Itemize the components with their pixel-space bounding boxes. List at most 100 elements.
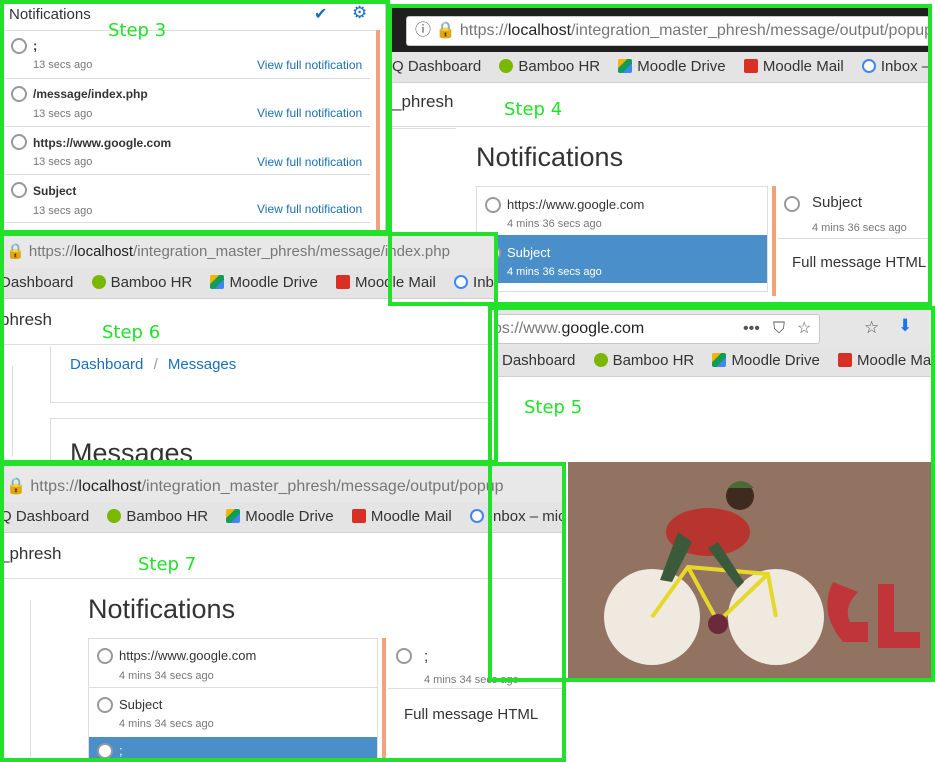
bookmark-dashboard[interactable]: Dashboard [0,268,73,298]
bulb-icon [784,196,800,212]
info-icon[interactable]: ⓘ [415,22,431,39]
step4-page-title: Notifications [476,142,624,172]
notification-item[interactable]: Subject 13 secs ago View full notificati… [0,174,370,223]
reading-list-icon[interactable]: ☆ [864,318,879,338]
google-doodle-image[interactable] [568,462,932,678]
mail-icon [837,353,852,367]
step4-url: https://localhost/integration_master_phr… [459,22,932,39]
bulb-icon [11,86,27,102]
bookmark-mail[interactable]: Moodle Mail [743,52,844,82]
bulb-icon [11,38,27,54]
bulb-icon [485,197,501,213]
step7-label: Step 7 [138,554,197,575]
notification-popover: Notifications ✔ ⚙ ; 13 secs ago View ful… [0,0,386,232]
bulb-icon [11,182,27,198]
notification-item[interactable]: /message/index.php 13 secs ago View full… [0,78,370,127]
bamboo-icon [593,353,608,367]
download-icon[interactable]: ⬇ [898,316,912,336]
mail-icon [743,59,758,73]
step4-url-bar[interactable]: ⓘ 🔒 https://localhost/integration_master… [392,6,932,52]
bulb-icon [97,697,113,713]
bookmark-drive[interactable]: Moodle Drive [210,268,318,298]
lock-icon: 🔒 [6,243,25,260]
google-icon [861,59,876,73]
bookmark-drive[interactable]: Moodle Drive [226,502,334,532]
mark-all-read-icon[interactable]: ✔ [314,4,327,24]
bamboo-icon [499,59,514,73]
bulb-icon [396,648,412,664]
mail-icon [335,275,350,289]
drive-icon [712,353,727,367]
step6-url: https://localhost/integration_master_phr… [28,243,450,260]
bookmark-dashboard[interactable]: Dashboard [502,346,575,376]
bamboo-icon [91,275,106,289]
step7-url-bar[interactable]: 🔒 https://localhost/integration_master_p… [6,476,504,496]
drive-icon [618,59,633,73]
google-icon [469,509,484,523]
bookmark-dashboard[interactable]: Q Dashboard [0,502,89,532]
step6-heading: Messages [70,438,194,464]
breadcrumb: Dashboard / Messages [70,356,237,373]
step6-site-name[interactable]: phresh [0,310,52,330]
step6-window: 🔒 https://localhost/integration_master_p… [0,236,496,464]
step7-detail-body: Full message HTML [404,706,539,723]
step5-label: Step 5 [524,397,583,418]
bookmark-bamboo[interactable]: Bamboo HR [593,346,694,376]
bookmark-mail[interactable]: Moodle Mail [335,268,436,298]
bookmark-drive[interactable]: Moodle Drive [712,346,820,376]
step4-list-item-1[interactable]: https://www.google.com [507,197,644,212]
notification-item[interactable]: https://www.google.com 13 secs ago View … [0,126,370,175]
pocket-icon[interactable]: ⛉ [773,315,785,343]
step7-list-item-selected[interactable] [89,737,377,762]
step6-url-bar[interactable]: 🔒 https://localhost/integration_master_p… [6,242,450,260]
drive-icon [210,275,225,289]
bamboo-icon [107,509,122,523]
bookmark-bamboo[interactable]: Bamboo HR [499,52,600,82]
mail-icon [351,509,366,523]
step6-label: Step 6 [102,322,161,343]
view-full-notification-link[interactable]: View full notification [257,58,362,72]
step5-url: ps://www.google.com [493,320,645,337]
bookmark-mail[interactable]: Moodle Mail [351,502,452,532]
bookmark-dashboard[interactable]: Q Dashboard [392,52,481,82]
bookmark-bamboo[interactable]: Bamboo HR [91,268,192,298]
step7-detail-subject: ; [424,648,429,665]
step4-label: Step 4 [504,99,563,120]
bookmark-mail[interactable]: Moodle Mail [837,346,932,376]
drive-icon [226,509,241,523]
step7-window: 🔒 https://localhost/integration_master_p… [0,466,562,762]
breadcrumb-messages[interactable]: Messages [168,356,236,373]
bulb-icon [97,743,113,759]
popover-header: Notifications ✔ ⚙ [0,0,380,31]
settings-gear-icon[interactable]: ⚙ [352,3,367,23]
view-full-notification-link[interactable]: View full notification [257,202,362,216]
step4-site-name[interactable]: _phresh [392,92,453,112]
star-icon[interactable]: ☆ [797,315,811,343]
google-icon [454,275,469,289]
step7-list-item-1[interactable]: https://www.google.com [119,648,256,663]
warning-lock-icon: 🔒 [435,22,456,39]
step7-list-item-2[interactable]: Subject [119,697,162,712]
bookmark-inbox[interactable]: Inbox – mi [861,52,932,82]
step7-page-title: Notifications [88,594,236,624]
view-full-notification-link[interactable]: View full notification [257,106,362,120]
notification-item[interactable]: ; 13 secs ago View full notification [0,30,370,79]
bookmark-bamboo[interactable]: Bamboo HR [107,502,208,532]
step4-bookmarks-bar: Q Dashboard Bamboo HR Moodle Drive Moodl… [392,52,932,83]
step5-url-bar[interactable]: ps://www.google.com ••• ⛉ ☆ [492,314,820,344]
view-full-notification-link[interactable]: View full notification [257,155,362,169]
step3-label: Step 3 [108,20,167,41]
bulb-icon [11,134,27,150]
step7-site-name[interactable]: _phresh [0,544,61,564]
breadcrumb-dashboard[interactable]: Dashboard [70,356,143,373]
more-icon[interactable]: ••• [743,315,760,343]
bookmark-drive[interactable]: Moodle Drive [618,52,726,82]
step7-url: https://localhost/integration_master_phr… [30,478,504,495]
popover-title: Notifications [9,6,91,23]
step4-detail-body: Full message HTML [792,254,927,271]
bookmark-inbox[interactable]: Inbox – miche [469,502,562,532]
step4-detail-subject: Subject [812,194,863,211]
lock-icon: 🔒 [6,478,26,495]
bulb-icon [97,648,113,664]
bookmark-inbox[interactable]: Inbox [454,268,496,298]
